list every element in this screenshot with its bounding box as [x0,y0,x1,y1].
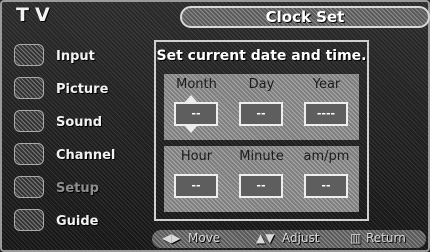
sound-icon [14,110,44,132]
year-label: Year [312,77,341,92]
hour-label: Hour [180,149,213,164]
month-label: Month [176,77,217,92]
sidebar-item-setup[interactable]: Setup [14,172,134,205]
sidebar-item-label: Setup [56,181,99,196]
up-down-arrows-icon: ▲▼ [256,231,275,245]
year-field[interactable]: ---- [304,102,348,126]
minute-label: Minute [239,149,284,164]
sidebar-item-label: Channel [56,148,116,163]
clock-set-panel: Set current date and time. Month Day Yea… [154,40,369,221]
top-bar: TV Clock Set [10,4,430,28]
sidebar-item-label: Guide [56,214,99,229]
down-arrow-icon[interactable] [185,126,197,133]
setup-icon [14,176,44,198]
left-right-arrows-icon: ◀▶ [162,231,181,245]
sidebar-item-input[interactable]: Input [14,40,134,73]
sidebar-item-label: Picture [56,82,109,97]
menu-title: Clock Set [180,6,430,28]
tv-label: TV [16,4,56,26]
day-field[interactable]: -- [239,102,283,126]
return-icon: ▥ [350,231,362,245]
hour-field[interactable]: -- [174,174,218,198]
sidebar-item-guide[interactable]: Guide [14,205,134,238]
picture-icon [14,77,44,99]
ampm-field[interactable]: -- [304,174,348,198]
time-group: Hour Minute am/pm -- -- -- [164,146,359,212]
adjust-hint: Adjust [282,231,320,245]
return-hint: Return [366,231,406,245]
sidebar-item-picture[interactable]: Picture [14,73,134,106]
minute-field[interactable]: -- [239,174,283,198]
bottom-hint-bar: ◀▶ Move ▲▼ Adjust ▥ Return [152,230,426,248]
month-field[interactable]: -- [174,102,218,126]
sidebar-item-channel[interactable]: Channel [14,139,134,172]
move-hint: Move [188,231,221,245]
tv-menu-screen: TV Clock Set Input Picture Sound Channel… [0,0,430,252]
day-label: Day [248,77,275,92]
sidebar-item-sound[interactable]: Sound [14,106,134,139]
ampm-label: am/pm [303,149,350,164]
input-icon [14,44,44,66]
sidebar-item-label: Input [56,49,95,64]
up-arrow-icon[interactable] [185,95,197,102]
panel-heading: Set current date and time. [156,48,367,64]
channel-icon [14,143,44,165]
guide-icon [14,209,44,231]
sidebar-item-label: Sound [56,115,103,130]
date-group: Month Day Year -- -- ---- [164,74,359,140]
sidebar: Input Picture Sound Channel Setup Guide [14,40,134,238]
